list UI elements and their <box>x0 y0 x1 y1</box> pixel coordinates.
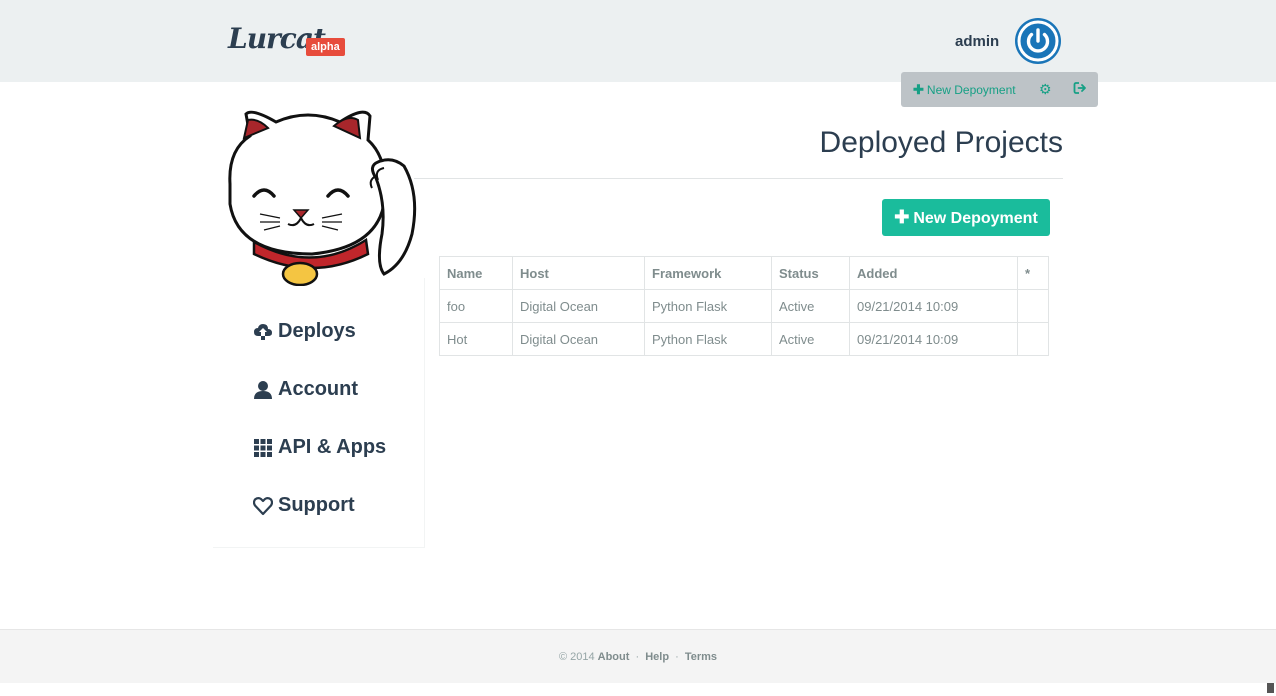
new-deployment-button-label: New Depoyment <box>913 210 1038 227</box>
sidebar-item-label: Account <box>278 378 358 400</box>
sidebar-item-api-apps[interactable]: API & Apps <box>253 436 386 459</box>
plus-icon: ✚ <box>913 82 924 97</box>
username[interactable]: admin <box>955 33 999 50</box>
cloud-upload-icon <box>253 322 275 342</box>
sidebar-item-label: API & Apps <box>278 436 387 458</box>
footer-link-help[interactable]: Help <box>645 651 669 663</box>
column-header-added[interactable]: Added <box>849 256 1018 290</box>
column-header-status[interactable]: Status <box>771 256 850 290</box>
deployments-table: Name Host Framework Status Added * foo D… <box>439 256 1049 356</box>
alpha-badge: alpha <box>306 38 345 56</box>
copyright: © 2014 <box>558 651 595 663</box>
resize-handle[interactable] <box>1267 683 1274 693</box>
column-header-actions: * <box>1017 256 1049 290</box>
power-icon[interactable] <box>1015 18 1061 64</box>
cell-framework: Python Flask <box>644 322 772 356</box>
menu-new-deployment-label: New Depoyment <box>926 83 1016 97</box>
column-header-name[interactable]: Name <box>439 256 513 290</box>
user-menu: ✚ New Depoyment ⚙ <box>901 72 1098 107</box>
page-title: Deployed Projects <box>819 126 1063 159</box>
sidebar-item-label: Deploys <box>278 320 356 342</box>
gear-icon[interactable]: ⚙ <box>1039 81 1052 98</box>
cell-actions[interactable] <box>1017 322 1049 356</box>
plus-icon: ✚ <box>894 207 910 227</box>
cell-framework: Python Flask <box>644 289 772 323</box>
footer: © 2014 About · Help · Terms <box>0 629 1276 683</box>
title-divider <box>414 178 1063 179</box>
cell-added: 09/21/2014 10:09 <box>849 322 1018 356</box>
table-header-row: Name Host Framework Status Added * <box>439 256 1049 290</box>
heart-icon <box>252 496 275 516</box>
cell-status: Active <box>771 322 850 356</box>
sign-out-icon[interactable] <box>1073 81 1087 100</box>
footer-separator: · <box>635 651 640 663</box>
sidebar-item-account[interactable]: Account <box>253 378 358 401</box>
top-navbar: Lurcat alpha admin <box>0 0 1276 82</box>
cell-actions[interactable] <box>1017 289 1049 323</box>
footer-link-terms[interactable]: Terms <box>685 651 717 663</box>
menu-new-deployment[interactable]: ✚ New Depoyment <box>913 82 1016 98</box>
lucky-cat-mascot <box>216 104 422 291</box>
new-deployment-button[interactable]: ✚ New Depoyment <box>882 199 1050 236</box>
cell-host: Digital Ocean <box>512 289 645 323</box>
column-header-host[interactable]: Host <box>512 256 645 290</box>
cell-name[interactable]: foo <box>439 289 513 323</box>
footer-separator: · <box>675 651 679 663</box>
sidebar: Deploys Account API & Apps Support <box>213 278 425 548</box>
footer-link-about[interactable]: About <box>598 651 630 663</box>
table-row[interactable]: Hot Digital Ocean Python Flask Active 09… <box>439 322 1049 356</box>
cell-name[interactable]: Hot <box>439 322 513 356</box>
cell-status: Active <box>771 289 850 323</box>
sidebar-item-label: Support <box>278 494 355 516</box>
user-icon <box>253 380 275 400</box>
column-header-framework[interactable]: Framework <box>644 256 772 290</box>
cell-host: Digital Ocean <box>512 322 645 356</box>
grid-icon <box>253 438 275 458</box>
cell-added: 09/21/2014 10:09 <box>849 289 1018 323</box>
sidebar-item-deploys[interactable]: Deploys <box>253 320 356 343</box>
table-row[interactable]: foo Digital Ocean Python Flask Active 09… <box>439 289 1049 323</box>
sidebar-item-support[interactable]: Support <box>252 494 355 517</box>
